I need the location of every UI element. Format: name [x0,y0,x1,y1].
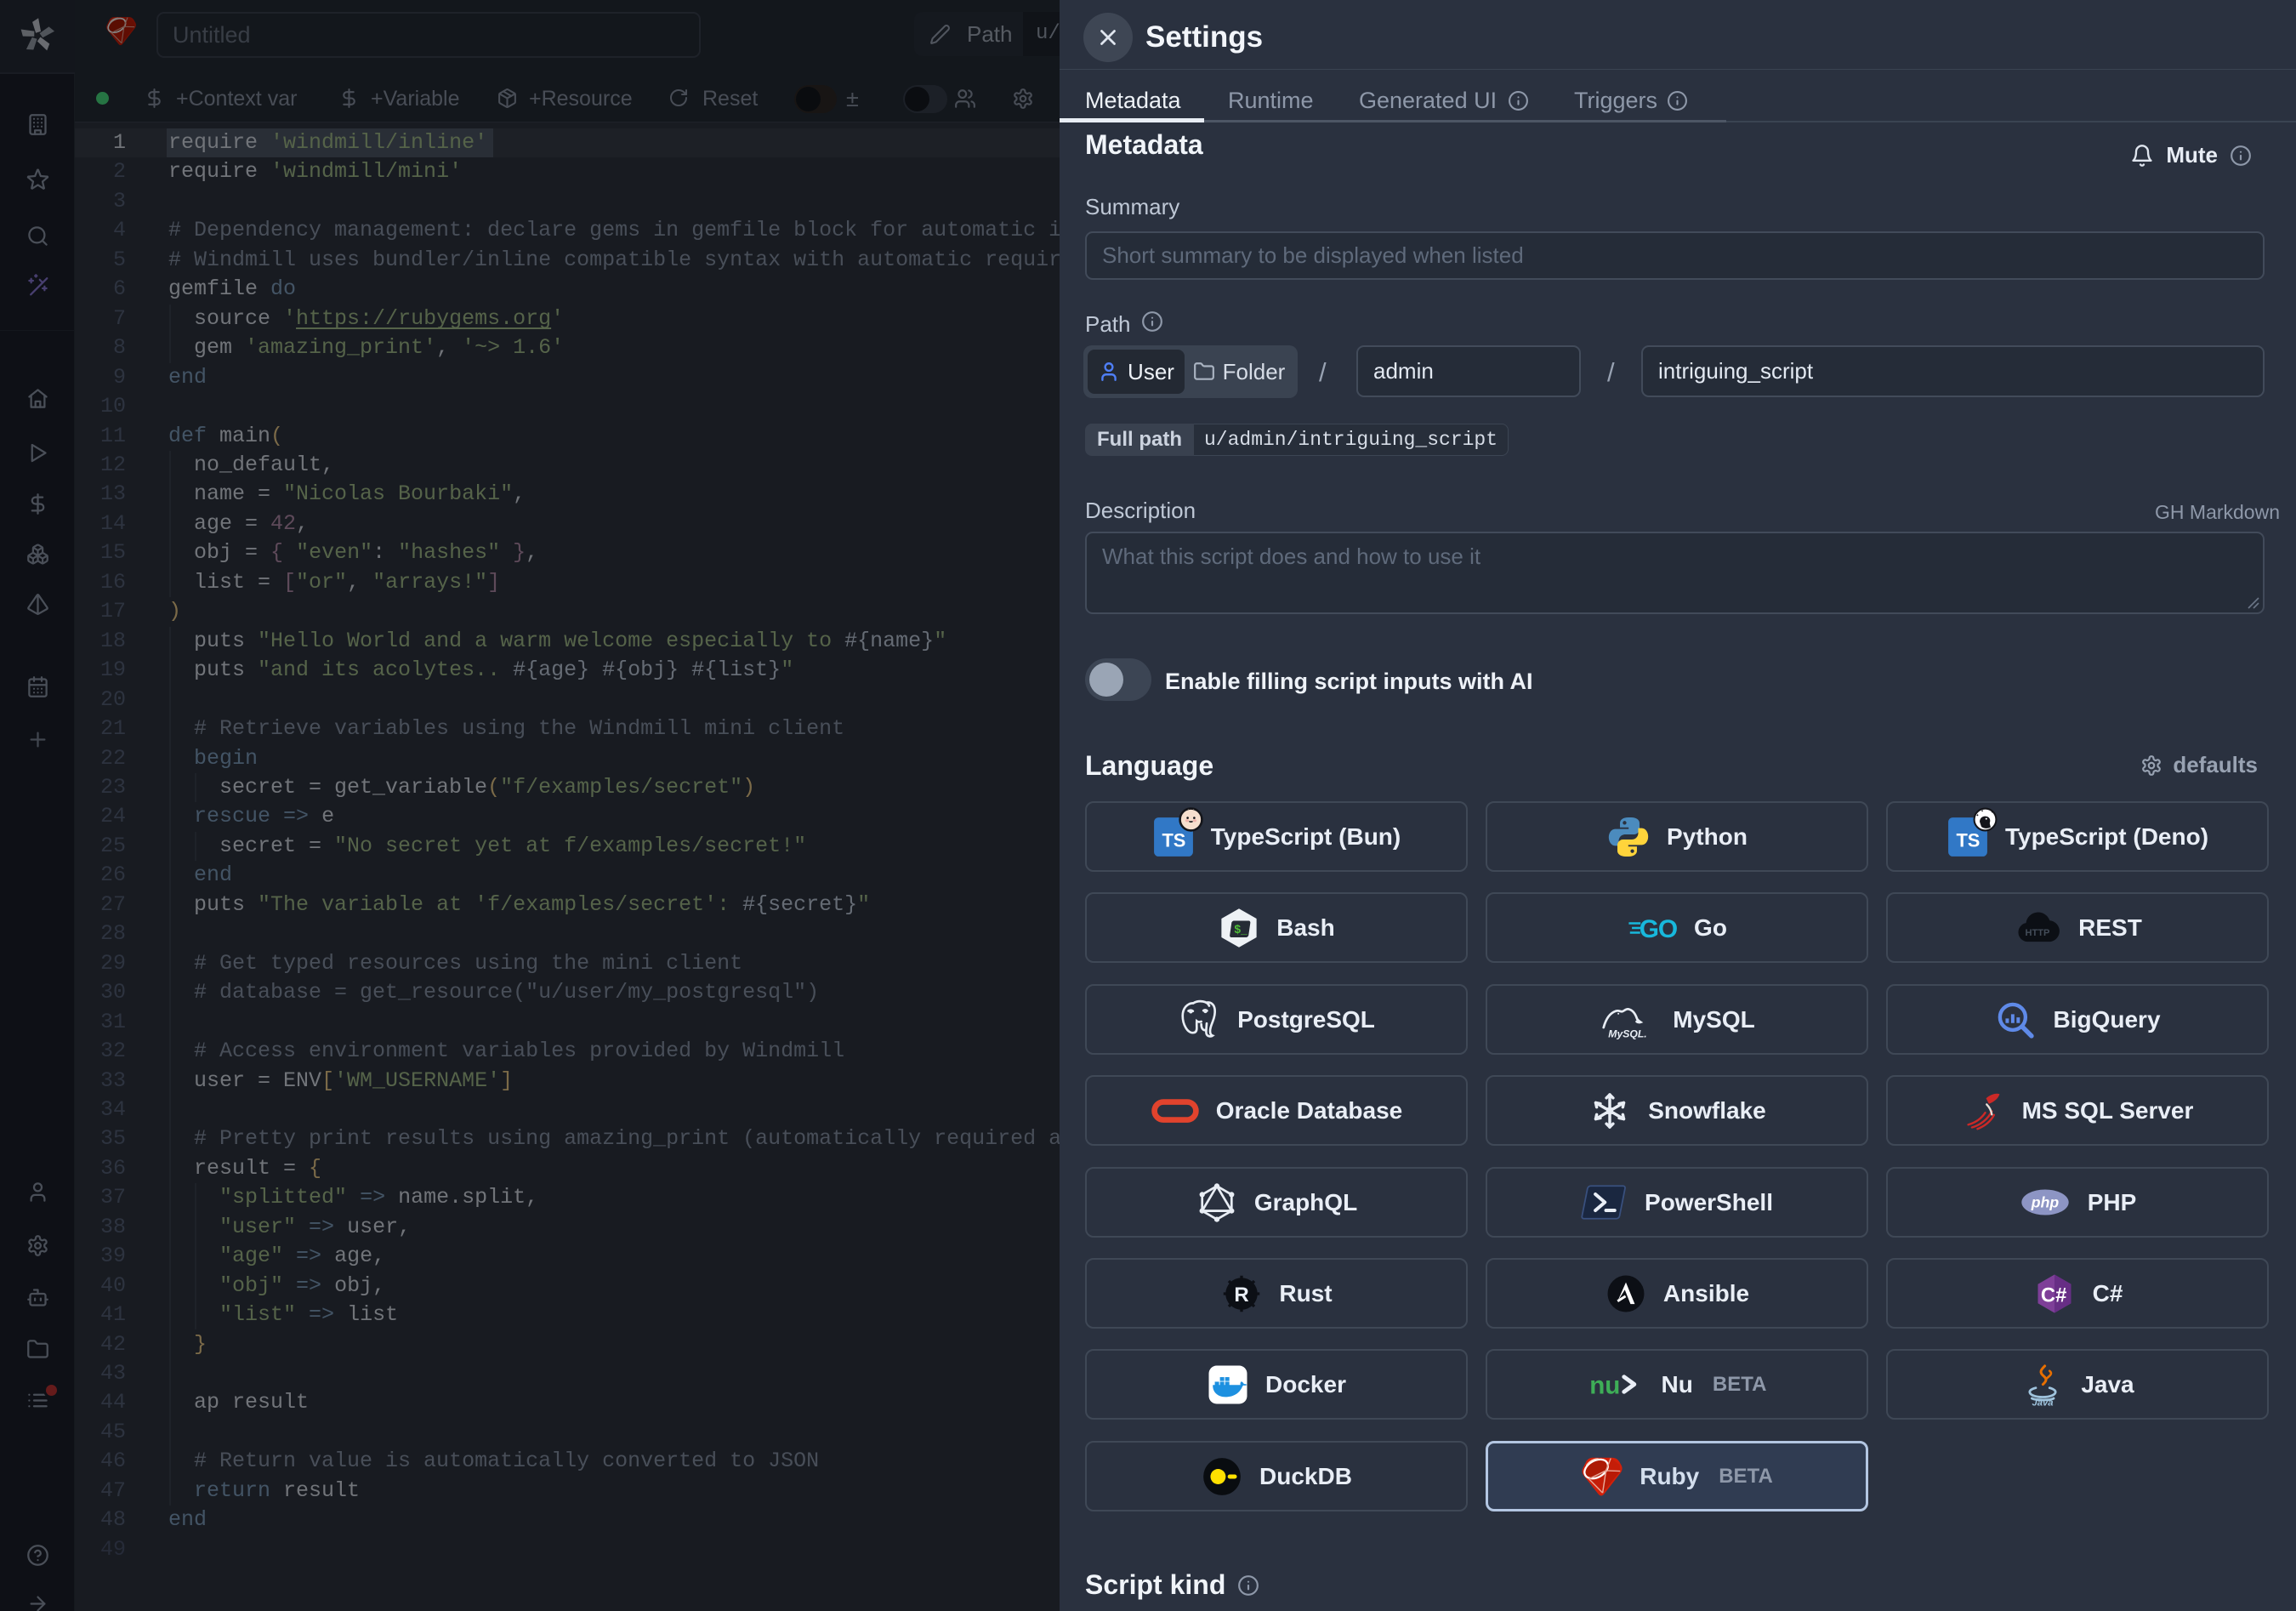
svg-text:php: php [2030,1193,2059,1210]
svg-text:TS: TS [1956,829,1980,851]
svg-text:TS: TS [1162,829,1185,851]
svg-text:MySQL.: MySQL. [1609,1028,1647,1039]
svg-text:R: R [1235,1283,1249,1306]
svg-text:nu: nu [1589,1371,1620,1399]
svg-text:Java: Java [2032,1398,2054,1407]
svg-text:HTTP: HTTP [2026,928,2051,938]
svg-text:$_: $_ [1235,922,1248,935]
svg-text:C#: C# [2040,1284,2066,1306]
svg-text:GO: GO [1640,915,1677,943]
